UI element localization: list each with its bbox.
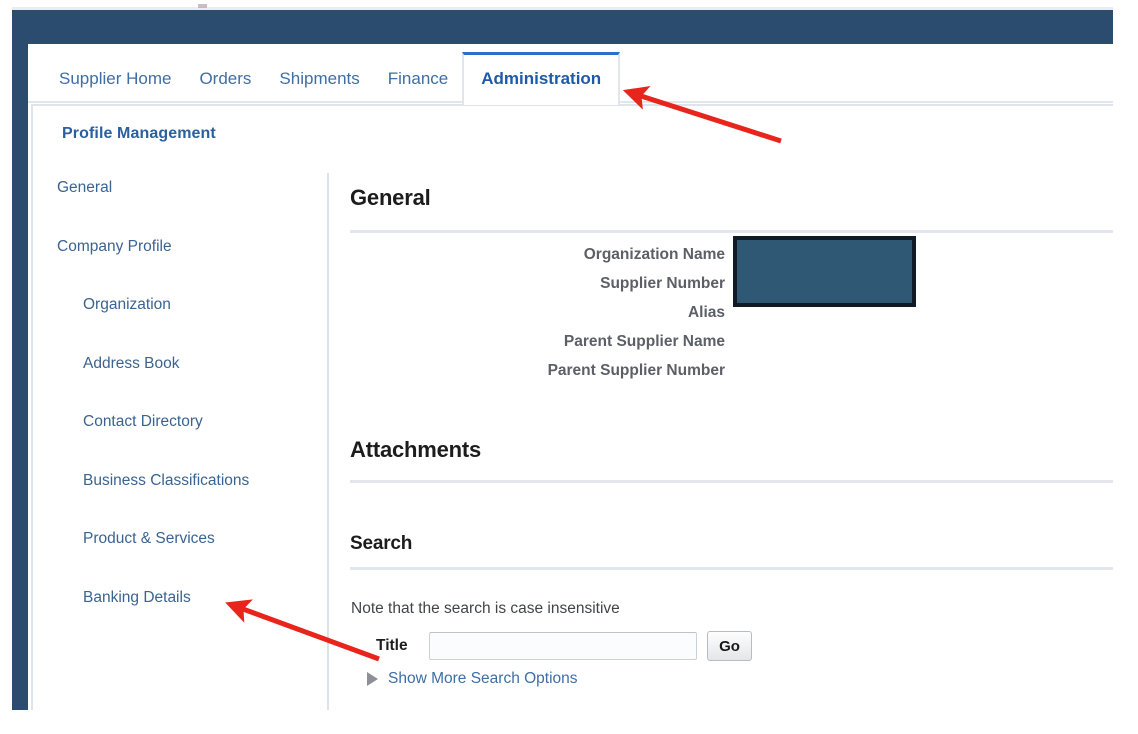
page-title: Profile Management bbox=[62, 125, 216, 142]
field-label-alias: Alias bbox=[687, 304, 725, 321]
search-form-row: Title Go bbox=[351, 631, 752, 661]
general-field-labels: Organization Name Supplier Number Alias Par… bbox=[350, 240, 725, 385]
redacted-value-box bbox=[733, 236, 916, 307]
show-more-search-options-label[interactable]: Show More Search Options bbox=[388, 670, 578, 688]
chrome-artifact-mark bbox=[198, 4, 207, 8]
field-label-parent-supplier-number: Parent Supplier Number bbox=[547, 362, 725, 379]
section-rule-general bbox=[350, 230, 1113, 233]
sidebar-item-product-services[interactable]: Product & Services bbox=[40, 531, 327, 547]
section-rule-attachments bbox=[350, 480, 1113, 483]
sidebar-item-contact-directory[interactable]: Contact Directory bbox=[40, 414, 327, 430]
tab-list: Supplier Home Orders Shipments Finance Admin… bbox=[45, 44, 621, 105]
sidebar-item-business-classifications[interactable]: Business Classifications bbox=[40, 472, 327, 489]
search-note: Note that the search is case insensitive bbox=[351, 600, 620, 617]
sidebar-item-banking-details[interactable]: Banking Details bbox=[40, 589, 327, 606]
search-go-button[interactable]: Go bbox=[707, 631, 752, 661]
show-more-search-options[interactable]: Show More Search Options bbox=[367, 670, 578, 688]
search-title-label: Title bbox=[376, 637, 408, 654]
primary-tab-strip: Supplier Home Orders Shipments Finance Admin… bbox=[28, 44, 1113, 105]
application-top-bar bbox=[12, 10, 1113, 44]
section-rule-search bbox=[350, 567, 1113, 570]
tab-administration[interactable]: Administration bbox=[462, 52, 621, 105]
profile-sidebar-nav: General Company Profile Organization Addres… bbox=[40, 180, 327, 605]
sidebar-item-organization[interactable]: Organization bbox=[40, 297, 327, 313]
tab-finance[interactable]: Finance bbox=[374, 70, 462, 103]
tab-supplier-home[interactable]: Supplier Home bbox=[45, 70, 185, 103]
field-label-supplier-number: Supplier Number bbox=[600, 275, 725, 292]
sidebar-item-general[interactable]: General bbox=[40, 180, 327, 196]
field-label-parent-supplier-name: Parent Supplier Name bbox=[563, 333, 725, 350]
section-heading-general: General bbox=[350, 185, 431, 210]
screenshot-root: Supplier Home Orders Shipments Finance Admin… bbox=[0, 0, 1138, 734]
chevron-right-icon bbox=[367, 672, 378, 686]
sidebar-divider bbox=[327, 173, 329, 710]
tab-shipments[interactable]: Shipments bbox=[265, 70, 373, 103]
field-label-organization-name: Organization Name bbox=[583, 246, 725, 263]
search-title-input[interactable] bbox=[429, 632, 697, 660]
section-heading-search: Search bbox=[350, 533, 413, 554]
sidebar-item-address-book[interactable]: Address Book bbox=[40, 355, 327, 372]
section-heading-attachments: Attachments bbox=[350, 437, 482, 462]
tab-orders[interactable]: Orders bbox=[185, 70, 265, 103]
sidebar-item-company-profile[interactable]: Company Profile bbox=[40, 238, 327, 255]
